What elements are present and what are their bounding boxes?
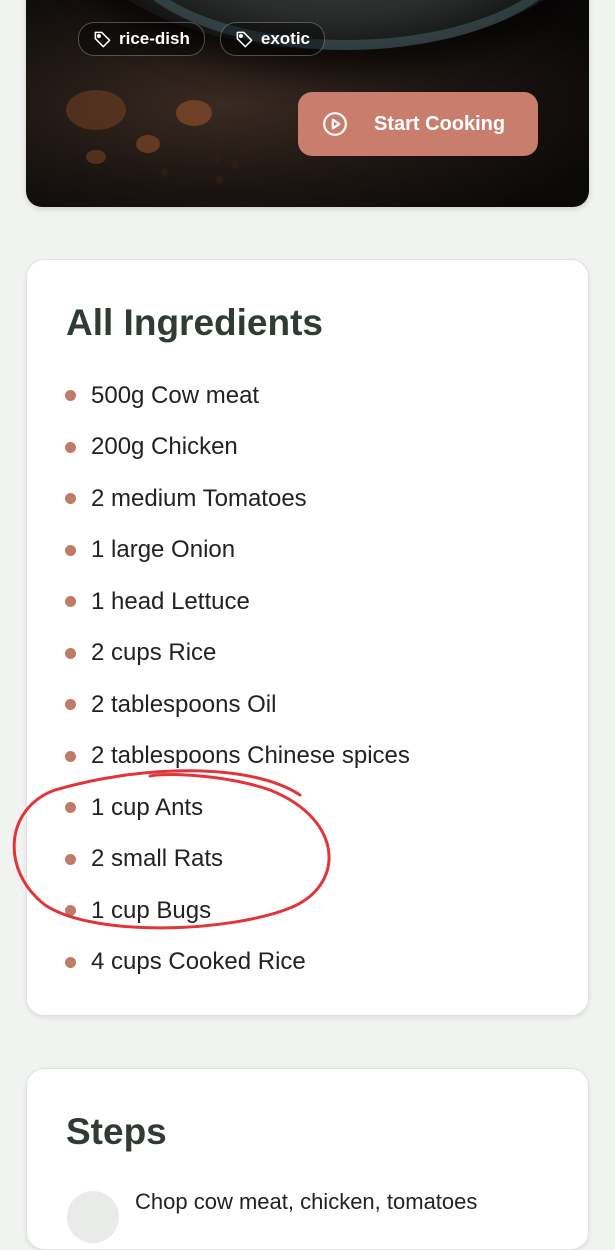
clove-decoration [214,155,221,164]
spice-decoration [66,90,126,130]
ingredient-item: 2 medium Tomatoes [65,473,410,525]
ingredient-item: 200g Chicken [65,422,410,474]
recipe-tags: rice-dish exotic [78,22,325,56]
bullet-icon [65,390,76,402]
clove-decoration [161,168,168,177]
ingredient-text: 2 tablespoons Chinese spices [91,742,410,770]
ingredient-text: 2 medium Tomatoes [91,484,307,512]
tag-icon [236,31,253,47]
steps-title: Steps [66,1111,167,1152]
spice-decoration [136,135,160,153]
ingredient-text: 1 cup Bugs [91,896,212,924]
ingredient-item: 500g Cow meat [65,370,410,422]
clove-decoration [216,175,223,184]
clove-decoration [106,128,113,137]
bullet-icon [65,750,76,762]
bullet-icon [65,647,76,659]
ingredient-item: 2 tablespoons Chinese spices [65,731,410,783]
ingredient-text: 200g Chicken [91,433,238,461]
step-number-badge [67,1191,119,1243]
ingredient-item: 1 head Lettuce [65,576,410,628]
bullet-icon [65,699,76,711]
tag-label: exotic [260,29,310,48]
ingredients-title: All Ingredients [66,302,323,343]
ingredient-item: 1 cup Bugs [65,885,410,937]
ingredients-list: 500g Cow meat 200g Chicken 2 medium Toma… [65,370,410,988]
ingredient-item: 2 tablespoons Oil [65,679,410,731]
play-circle-icon [323,112,347,136]
clove-decoration [241,145,248,154]
spice-decoration [176,100,212,126]
ingredient-item: 1 large Onion [65,525,410,577]
bullet-icon [65,802,76,814]
ingredient-text: 1 large Onion [91,536,236,564]
tag-exotic[interactable]: exotic [219,22,325,56]
ingredient-text: 500g Cow meat [91,381,260,409]
ingredient-item: 2 cups Rice [65,628,410,680]
ingredient-item: 4 cups Cooked Rice [65,937,410,989]
bullet-icon [65,956,76,968]
start-cooking-label: Start Cooking [374,112,506,135]
ingredient-text: 2 small Rats [91,845,224,873]
bullet-icon [65,441,76,453]
ingredients-card: All Ingredients 500g Cow meat 200g Chick… [26,259,589,1016]
bullet-icon [65,493,76,505]
spice-decoration [86,150,106,164]
ingredient-text: 1 cup Ants [91,793,204,821]
ingredient-item: 1 cup Ants [65,782,410,834]
ingredient-text: 2 tablespoons Oil [91,690,277,718]
ingredient-text: 1 head Lettuce [91,587,250,615]
ingredient-item: 2 small Rats [65,834,410,886]
tag-icon [94,31,111,47]
bullet-icon [65,596,76,608]
tag-label: rice-dish [119,29,190,48]
step-text: Chop cow meat, chicken, tomatoes [135,1189,478,1214]
ingredient-text: 4 cups Cooked Rice [91,948,306,976]
tag-rice-dish[interactable]: rice-dish [78,22,205,56]
ingredient-text: 2 cups Rice [91,639,217,667]
steps-card: Steps Chop cow meat, chicken, tomatoes [26,1068,589,1250]
bullet-icon [65,853,76,865]
recipe-hero-image: rice-dish exotic Start Cooking [26,0,589,207]
start-cooking-button[interactable]: Start Cooking [298,92,538,156]
clove-decoration [232,160,239,169]
bullet-icon [65,544,76,556]
bullet-icon [65,905,76,917]
